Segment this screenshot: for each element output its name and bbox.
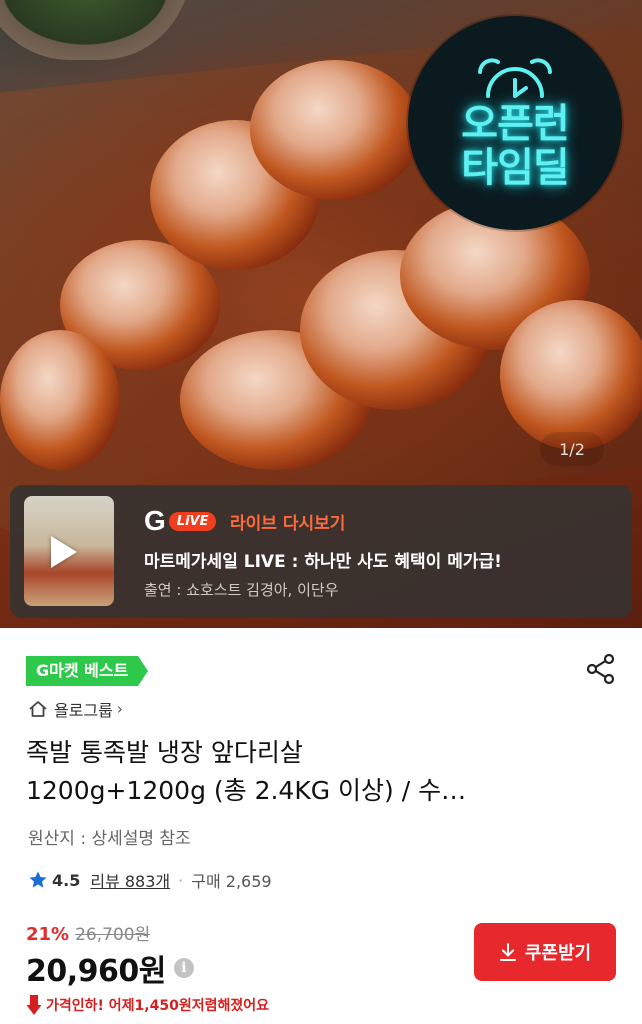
down-arrow-icon (26, 995, 42, 1015)
price-drop-tail: 저렴해졌어요 (191, 998, 269, 1014)
product-title: 족발 통족발 냉장 앞다리살 1200g+1200g (총 2.4KG 이상) … (26, 734, 586, 810)
product-title-line-1: 족발 통족발 냉장 앞다리살 (26, 738, 303, 767)
info-icon[interactable]: i (173, 958, 194, 978)
purchase-count: 구매 2,659 (191, 872, 272, 891)
best-tag-arrow (138, 656, 149, 686)
badge-line-1: 오픈런 (461, 101, 569, 147)
price-row: 20,960원 i (26, 946, 194, 990)
review-link[interactable]: 리뷰 883개 (90, 868, 170, 892)
side-dish-bowl (0, 0, 190, 60)
rating-row: 4.5 리뷰 883개 · 구매 2,659 (28, 868, 272, 892)
home-icon (29, 701, 47, 717)
coupon-label: 쿠폰받기 (524, 943, 592, 964)
pork-slice (250, 60, 420, 200)
live-cast: 출연 : 쇼호스트 김경아, 이단우 (144, 581, 339, 599)
image-counter: 1/2 (540, 432, 604, 466)
download-icon (499, 943, 516, 961)
best-tag-label: G마켓 베스트 (26, 656, 139, 686)
live-title: 마트메가세일 LIVE : 하나만 사도 혜택이 메가급! (144, 552, 502, 572)
price-drop-lead: 가격인하! 어제 (46, 998, 135, 1014)
glive-logo: G LiVE (144, 505, 217, 536)
original-price: 26,700원 (75, 925, 151, 945)
product-title-line-2: 1200g+1200g (총 2.4KG 이상) / 수… (26, 776, 467, 805)
pork-slice (500, 300, 642, 450)
star-icon (29, 871, 47, 888)
rating-score: 4.5 (52, 870, 81, 890)
alarm-clock-icon (478, 58, 552, 98)
price-drop-notice: 가격인하! 어제 1,450원 저렴해졌어요 (26, 994, 269, 1016)
origin-info: 원산지 : 상세설명 참조 (28, 829, 191, 849)
open-run-time-deal-badge: 오픈런 타임딜 (408, 16, 622, 230)
price-drop-amount: 1,450원 (134, 998, 192, 1014)
sale-price: 20,960원 (26, 954, 166, 989)
store-link[interactable]: 욜로그룹 › (28, 697, 123, 721)
live-replay-label: 라이브 다시보기 (230, 514, 346, 534)
chevron-right-icon: › (116, 700, 123, 718)
store-name: 욜로그룹 (54, 701, 113, 720)
live-replay-card[interactable]: G LiVE 라이브 다시보기 마트메가세일 LIVE : 하나만 사도 혜택이… (10, 485, 632, 618)
pork-slice (0, 330, 120, 470)
share-icon[interactable] (584, 652, 618, 686)
play-icon (51, 536, 77, 568)
coupon-button[interactable]: 쿠폰받기 (474, 923, 616, 981)
badge-line-2: 타임딜 (461, 145, 569, 191)
discount-percent: 21% (26, 924, 70, 945)
gmarket-best-tag: G마켓 베스트 (26, 656, 149, 686)
live-thumbnail[interactable] (24, 496, 114, 606)
glive-logo-g: G (144, 505, 166, 536)
glive-logo-live: LiVE (168, 511, 217, 531)
separator-dot: · (178, 870, 184, 890)
discount-row: 21% 26,700원 (26, 920, 150, 945)
